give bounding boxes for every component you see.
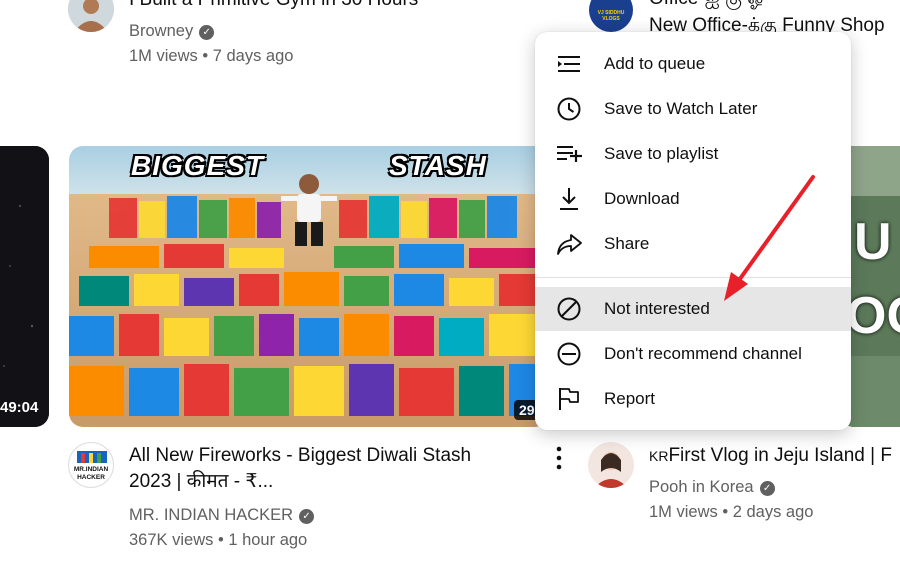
menu-item-label: Download — [604, 189, 680, 208]
menu-item-label: Don't recommend channel — [604, 344, 802, 363]
menu-item-report[interactable]: Report — [535, 377, 851, 421]
video-duration-badge: 49:04 — [0, 399, 39, 416]
menu-item-label: Report — [604, 389, 656, 408]
menu-item-save-watch-later[interactable]: Save to Watch Later — [535, 87, 851, 131]
menu-item-label: Save to playlist — [604, 144, 719, 163]
verified-icon: ✓ — [199, 25, 215, 40]
menu-divider — [535, 277, 851, 278]
share-icon — [557, 234, 582, 255]
channel-avatar-vj-siddhu[interactable]: VJ SIDDHU VLOGS — [589, 0, 633, 32]
remove-circle-icon — [557, 342, 581, 366]
dark-scene-image — [0, 146, 49, 427]
channel-name-text[interactable]: MR. INDIAN HACKER — [129, 506, 293, 524]
not-interested-icon — [557, 297, 581, 321]
menu-item-add-to-queue[interactable]: Add to queue — [535, 42, 851, 86]
avatar-text: VJ SIDDHU VLOGS — [597, 10, 625, 22]
menu-item-download[interactable]: Download — [535, 177, 851, 221]
video-context-menu: Add to queue Save to Watch Later Save to… — [535, 32, 851, 430]
add-to-queue-icon — [558, 56, 580, 72]
video-thumbnail-left-partial[interactable]: 49:04 — [0, 146, 49, 427]
video-stats-main: 367K views • 1 hour ago — [129, 531, 308, 549]
channel-name-right[interactable]: Pooh in Korea ✓ — [649, 476, 775, 498]
video-title-top-left[interactable]: I Built a Primitive Gym in 30 Hours — [129, 0, 529, 13]
avatar-text: MR.INDIAN HACKER — [73, 466, 109, 481]
menu-item-share[interactable]: Share — [535, 222, 851, 266]
menu-item-label: Save to Watch Later — [604, 99, 758, 118]
channel-name-text[interactable]: Browney — [129, 22, 193, 40]
thumbnail-text-biggest: BIGGEST — [131, 150, 265, 181]
video-stats-top-left: 1M views • 7 days ago — [129, 47, 294, 65]
thumbnail-text-u: U — [854, 213, 892, 271]
channel-name-text[interactable]: Pooh in Korea — [649, 478, 754, 496]
menu-item-label: Not interested — [604, 299, 710, 318]
clock-icon — [557, 97, 581, 121]
channel-name-top-left[interactable]: Browney ✓ — [129, 20, 215, 42]
thumbnail-text-og: OG — [846, 287, 900, 345]
fireworks-stash-image — [69, 146, 549, 427]
avatar-person-image — [588, 442, 634, 488]
title-prefix: KR — [649, 448, 669, 464]
video-title-line1[interactable]: All New Fireworks - Biggest Diwali Stash — [129, 443, 529, 469]
avatar-person-image — [68, 0, 114, 32]
video-thumbnail-fireworks[interactable]: BIGGEST STASH 29 — [69, 146, 549, 427]
thumbnail-text-stash: STASH — [389, 150, 487, 181]
video-stats-right: 1M views • 2 days ago — [649, 503, 814, 521]
video-title-line2[interactable]: 2023 | कीमत - ₹... — [129, 469, 529, 495]
menu-item-not-interested[interactable]: Not interested — [535, 287, 851, 331]
menu-item-dont-recommend-channel[interactable]: Don't recommend channel — [535, 332, 851, 376]
title-text: First Vlog in Jeju Island | F — [668, 445, 892, 466]
menu-item-label: Share — [604, 234, 650, 253]
verified-icon: ✓ — [759, 481, 775, 496]
more-actions-icon[interactable] — [550, 444, 568, 472]
download-icon — [560, 188, 578, 210]
channel-avatar-mr-indian-hacker[interactable]: MR.INDIAN HACKER — [68, 442, 114, 488]
menu-item-label: Add to queue — [604, 54, 706, 73]
video-title-right[interactable]: KRFirst Vlog in Jeju Island | F — [649, 443, 900, 469]
channel-name-main[interactable]: MR. INDIAN HACKER ✓ — [129, 504, 315, 526]
video-title-top-right-line1[interactable]: Office-ஐ கு ஓ — [649, 0, 900, 12]
menu-item-save-to-playlist[interactable]: Save to playlist — [535, 132, 851, 176]
channel-avatar-pooh-in-korea[interactable] — [588, 442, 634, 488]
playlist-add-icon — [557, 146, 582, 162]
channel-avatar-browney[interactable] — [68, 0, 114, 32]
flag-icon — [559, 388, 579, 410]
verified-icon: ✓ — [299, 509, 315, 524]
